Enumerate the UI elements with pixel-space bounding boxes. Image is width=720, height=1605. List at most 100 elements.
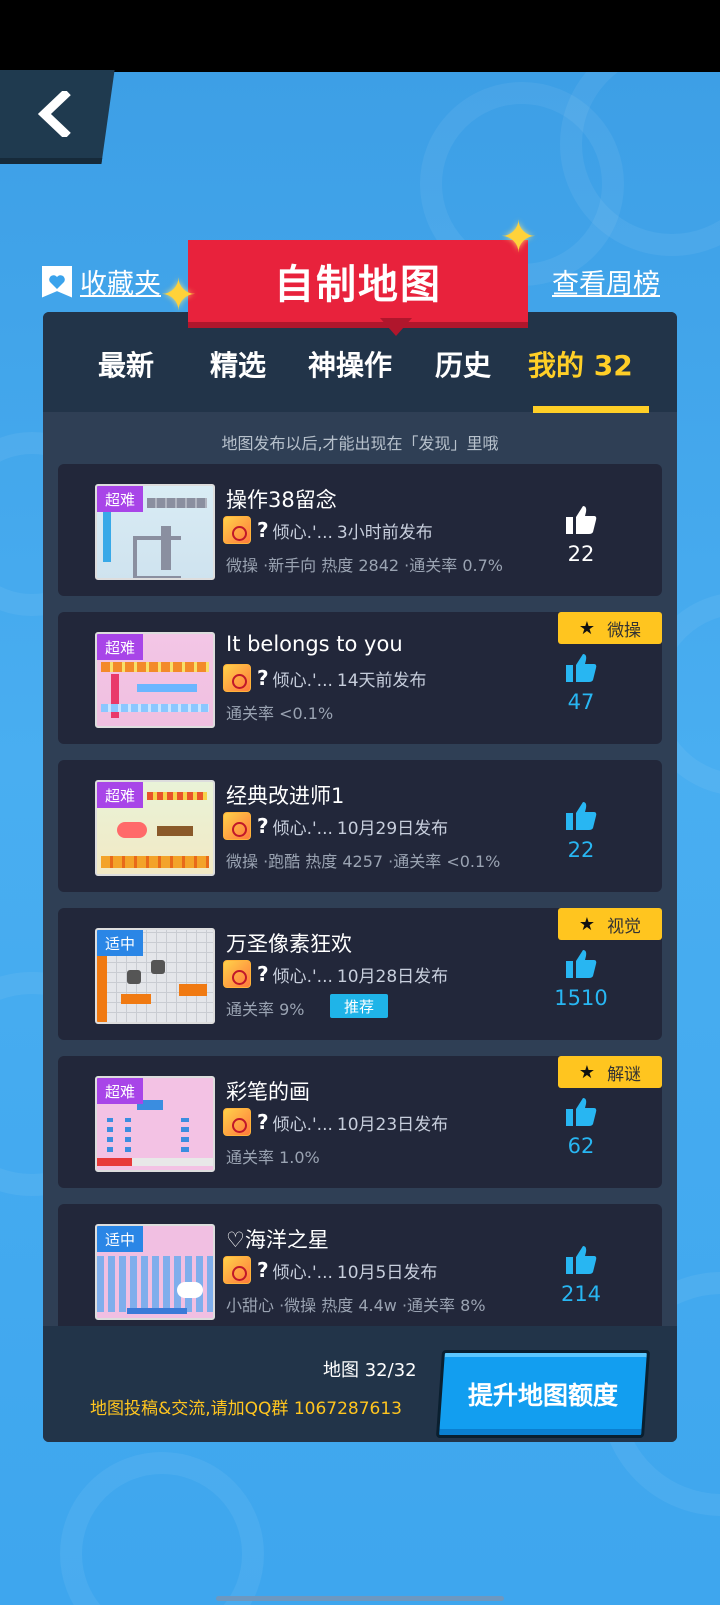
like-button[interactable]: 62 bbox=[546, 1096, 616, 1158]
category-tag: ★ 微操 bbox=[558, 612, 662, 644]
page-title: 自制地图 bbox=[274, 262, 442, 308]
map-thumbnail: 超难 bbox=[95, 1076, 215, 1172]
tab-latest[interactable]: 最新 bbox=[98, 344, 154, 384]
question-mark-icon: ? bbox=[257, 666, 269, 690]
map-thumbnail: 超难 bbox=[95, 484, 215, 580]
status-bar bbox=[0, 0, 720, 72]
map-title: It belongs to you bbox=[226, 632, 403, 656]
map-card[interactable]: 适中 万圣像素狂欢 ? 倾心.'... 10月28日发布 通关率 9% 推荐 ★… bbox=[58, 908, 662, 1040]
publish-time: 10月5日发布 bbox=[336, 1262, 438, 1283]
difficulty-badge: 适中 bbox=[97, 1226, 143, 1252]
map-card[interactable]: 超难 It belongs to you ? 倾心.'... 14天前发布 通关… bbox=[58, 612, 662, 744]
map-title: 彩笔的画 bbox=[226, 1080, 310, 1104]
map-stats: 微操 ·跑酷 热度 4257 ·通关率 <0.1% bbox=[226, 852, 501, 871]
tab-god-moves[interactable]: 神操作 bbox=[308, 344, 392, 384]
publish-time: 10月23日发布 bbox=[336, 1114, 449, 1135]
panel-footer: 地图 32/32 地图投稿&交流,请加QQ群 1067287613 提升地图额度 bbox=[43, 1326, 677, 1442]
map-stats: 通关率 <0.1% bbox=[226, 704, 334, 723]
question-mark-icon: ? bbox=[257, 518, 269, 542]
map-card[interactable]: 超难 操作38留念 ? 倾心.'... 3小时前发布 微操 ·新手向 热度 28… bbox=[58, 464, 662, 596]
map-stats: 小甜心 ·微操 热度 4.4w ·通关率 8% bbox=[226, 1296, 486, 1315]
avatar bbox=[223, 1256, 251, 1284]
avatar bbox=[223, 1108, 251, 1136]
author-row: ? 倾心.'... 14天前发布 bbox=[223, 664, 427, 692]
avatar bbox=[223, 812, 251, 840]
home-indicator bbox=[216, 1596, 504, 1601]
author-name: 倾心.'... bbox=[272, 1114, 333, 1135]
tab-bar: 最新 精选 神操作 历史 我的 32 bbox=[43, 312, 677, 413]
publish-time: 3小时前发布 bbox=[336, 522, 433, 543]
avatar bbox=[223, 960, 251, 988]
like-count: 214 bbox=[560, 1282, 602, 1306]
qq-group-text: 地图投稿&交流,请加QQ群 1067287613 bbox=[90, 1399, 402, 1419]
author-row: ? 倾心.'... 10月5日发布 bbox=[223, 1256, 437, 1284]
upgrade-quota-button[interactable]: 提升地图额度 bbox=[435, 1350, 651, 1438]
map-title: 万圣像素狂欢 bbox=[226, 932, 352, 956]
thumbs-up-icon bbox=[566, 506, 597, 534]
question-mark-icon: ? bbox=[257, 1110, 269, 1134]
map-stats: 通关率 1.0% bbox=[226, 1148, 320, 1167]
thumbs-up-icon bbox=[566, 802, 597, 830]
category-tag: ★ 解谜 bbox=[558, 1056, 662, 1088]
question-mark-icon: ? bbox=[257, 1258, 269, 1282]
map-panel: 最新 精选 神操作 历史 我的 32 地图发布以后,才能出现在「发现」里哦 超难… bbox=[43, 312, 677, 1442]
difficulty-badge: 超难 bbox=[97, 486, 143, 512]
like-count: 1510 bbox=[554, 986, 608, 1010]
favorites-link[interactable]: 收藏夹 bbox=[42, 262, 161, 301]
publish-notice: 地图发布以后,才能出现在「发现」里哦 bbox=[221, 434, 499, 453]
map-card[interactable]: 超难 经典改进师1 ? 倾心.'... 10月29日发布 微操 ·跑酷 热度 4… bbox=[58, 760, 662, 892]
author-name: 倾心.'... bbox=[272, 1262, 333, 1283]
sparkle-star-icon: ✦ bbox=[160, 270, 197, 321]
tab-featured[interactable]: 精选 bbox=[210, 344, 266, 384]
page-title-banner: 自制地图 bbox=[188, 240, 528, 322]
banner-tail bbox=[380, 318, 412, 336]
tab-history[interactable]: 历史 bbox=[435, 344, 491, 384]
thumbs-up-icon bbox=[566, 654, 597, 682]
author-name: 倾心.'... bbox=[272, 966, 333, 987]
publish-time: 10月29日发布 bbox=[336, 818, 449, 839]
like-button[interactable]: 1510 bbox=[546, 948, 616, 1010]
like-button[interactable]: 22 bbox=[546, 800, 616, 862]
map-card[interactable]: 超难 彩笔的画 ? 倾心.'... 10月23日发布 通关率 1.0% ★ 解谜… bbox=[58, 1056, 662, 1188]
avatar bbox=[223, 516, 251, 544]
question-mark-icon: ? bbox=[257, 814, 269, 838]
back-arrow-icon bbox=[37, 91, 71, 137]
thumbs-up-icon bbox=[566, 1098, 597, 1126]
map-thumbnail: 适中 bbox=[95, 928, 215, 1024]
difficulty-badge: 适中 bbox=[97, 930, 143, 956]
thumbs-up-icon bbox=[566, 950, 597, 978]
question-mark-icon: ? bbox=[257, 962, 269, 986]
author-name: 倾心.'... bbox=[272, 522, 333, 543]
like-button[interactable]: 214 bbox=[546, 1244, 616, 1306]
favorites-label: 收藏夹 bbox=[80, 269, 161, 300]
like-button[interactable]: 47 bbox=[546, 652, 616, 714]
difficulty-badge: 超难 bbox=[97, 1078, 143, 1104]
map-card[interactable]: 适中 ♡海洋之星 ? 倾心.'... 10月5日发布 小甜心 ·微操 热度 4.… bbox=[58, 1204, 662, 1336]
weekly-rank-link[interactable]: 查看周榜 bbox=[552, 262, 660, 301]
author-row: ? 倾心.'... 3小时前发布 bbox=[223, 516, 433, 544]
map-title: 经典改进师1 bbox=[226, 784, 345, 808]
like-count: 62 bbox=[567, 1134, 595, 1158]
like-count: 22 bbox=[567, 838, 595, 862]
back-button[interactable] bbox=[0, 70, 115, 164]
like-count: 47 bbox=[567, 690, 595, 714]
map-thumbnail: 超难 bbox=[95, 632, 215, 728]
star-icon: ★ bbox=[578, 617, 596, 639]
category-tag: ★ 视觉 bbox=[558, 908, 662, 940]
map-count: 地图 32/32 bbox=[323, 1360, 417, 1381]
map-stats: 通关率 9% bbox=[226, 1000, 305, 1019]
difficulty-badge: 超难 bbox=[97, 634, 143, 660]
star-icon: ★ bbox=[578, 913, 596, 935]
author-row: ? 倾心.'... 10月29日发布 bbox=[223, 812, 448, 840]
publish-time: 14天前发布 bbox=[336, 670, 427, 691]
avatar bbox=[223, 664, 251, 692]
map-title: ♡海洋之星 bbox=[226, 1228, 329, 1252]
upgrade-quota-label: 提升地图额度 bbox=[467, 1381, 618, 1410]
sparkle-star-icon: ✦ bbox=[500, 212, 537, 263]
author-row: ? 倾心.'... 10月28日发布 bbox=[223, 960, 448, 988]
map-thumbnail: 适中 bbox=[95, 1224, 215, 1320]
author-name: 倾心.'... bbox=[272, 670, 333, 691]
like-button[interactable]: 22 bbox=[546, 504, 616, 566]
recommended-badge: 推荐 bbox=[330, 994, 388, 1018]
tab-mine[interactable]: 我的 32 bbox=[528, 344, 633, 384]
